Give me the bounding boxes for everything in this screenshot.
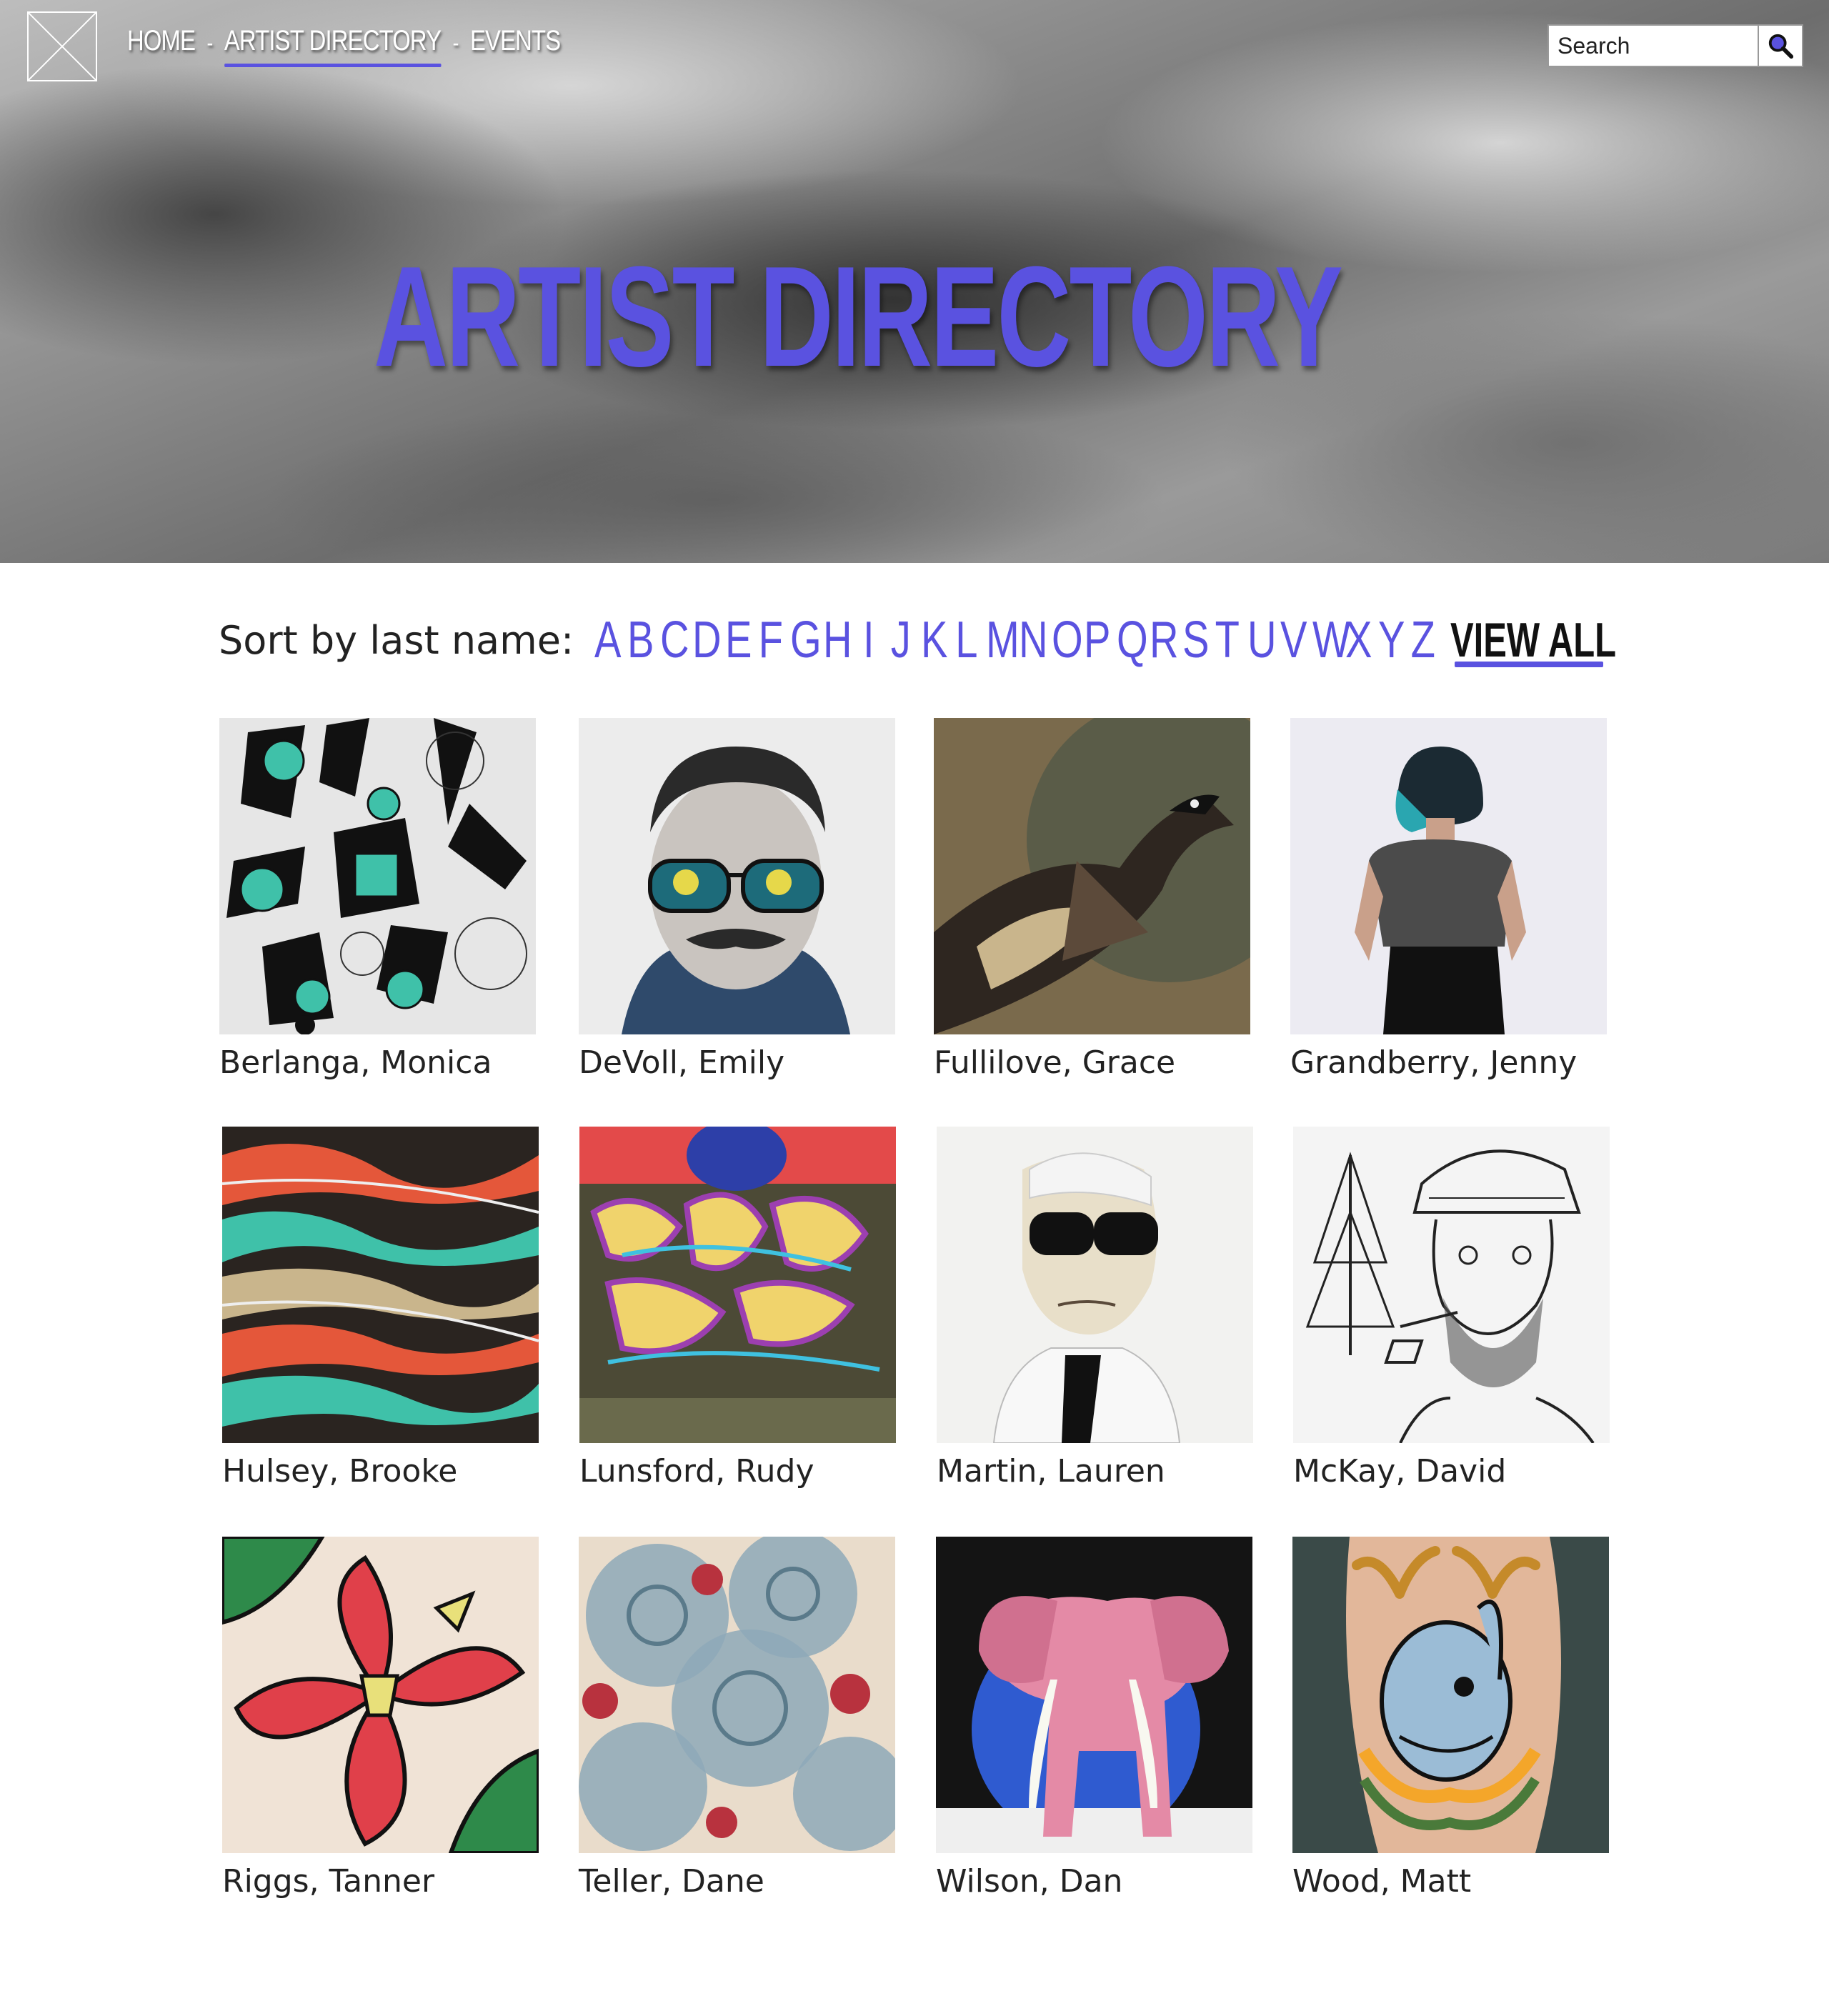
artist-card[interactable]: Grandberry, Jenny — [1290, 718, 1607, 1081]
artist-card[interactable]: Hulsey, Brooke — [222, 1127, 539, 1489]
letter-filter-i[interactable]: I — [856, 611, 882, 669]
letter-filter-u[interactable]: U — [1247, 611, 1277, 669]
letter-filter-c[interactable]: C — [660, 611, 689, 669]
artist-name[interactable]: Fullilove, Grace — [934, 1044, 1250, 1081]
artist-card[interactable]: Riggs, Tanner — [222, 1537, 539, 1900]
letter-filter-m[interactable]: M — [986, 611, 1020, 669]
nav-home[interactable]: HOME — [127, 25, 196, 61]
search-button[interactable] — [1758, 26, 1802, 66]
artist-card[interactable]: Lunsford, Rudy — [579, 1127, 896, 1489]
artist-card[interactable]: McKay, David — [1293, 1127, 1610, 1489]
sort-bar: Sort by last name: ABCDEFGHIJKLMNOPQRSTU… — [219, 604, 1616, 676]
artist-thumbnail[interactable] — [1292, 1537, 1609, 1853]
letter-filter-z[interactable]: Z — [1410, 611, 1436, 669]
artist-name[interactable]: Grandberry, Jenny — [1290, 1044, 1607, 1081]
letter-filter-b[interactable]: B — [627, 611, 654, 669]
letter-filter-p[interactable]: P — [1084, 611, 1110, 669]
main-nav: HOME - ARTIST DIRECTORY - EVENTS — [127, 21, 561, 67]
artist-card[interactable]: Martin, Lauren — [937, 1127, 1253, 1489]
artist-name[interactable]: DeVoll, Emily — [579, 1044, 895, 1081]
artist-name[interactable]: Teller, Dane — [579, 1863, 895, 1900]
search-input[interactable] — [1549, 26, 1758, 66]
artist-thumbnail[interactable] — [222, 1537, 539, 1853]
artist-thumbnail[interactable] — [1293, 1127, 1610, 1443]
nav-separator: - — [452, 29, 459, 56]
nav-events[interactable]: EVENTS — [470, 25, 561, 61]
artist-thumbnail[interactable] — [937, 1127, 1253, 1443]
letter-filter-g[interactable]: G — [790, 611, 822, 669]
artist-thumbnail[interactable] — [579, 1127, 896, 1443]
letter-filter-v[interactable]: V — [1280, 611, 1307, 669]
letter-filter-y[interactable]: Y — [1378, 611, 1405, 669]
hero-banner: HOME - ARTIST DIRECTORY - EVENTS ARTIST … — [0, 0, 1829, 563]
artist-name[interactable]: Lunsford, Rudy — [579, 1453, 896, 1489]
artist-card[interactable]: Fullilove, Grace — [934, 718, 1250, 1081]
artist-thumbnail[interactable] — [936, 1537, 1252, 1853]
letter-filter-d[interactable]: D — [692, 611, 722, 669]
artist-thumbnail[interactable] — [579, 1537, 895, 1853]
letter-filter-j[interactable]: J — [888, 611, 914, 669]
letter-filter-w[interactable]: W — [1312, 611, 1350, 669]
logo-placeholder-icon[interactable] — [27, 11, 97, 81]
letter-filter-q[interactable]: Q — [1117, 611, 1148, 669]
page-title: ARTIST DIRECTORY — [374, 237, 1343, 396]
artist-thumbnail[interactable] — [1290, 718, 1607, 1034]
letter-filter-h[interactable]: H — [823, 611, 852, 669]
letter-filter-n[interactable]: N — [1019, 611, 1048, 669]
letter-filter-s[interactable]: S — [1182, 611, 1209, 669]
artist-card[interactable]: Teller, Dane — [579, 1537, 895, 1900]
artist-name[interactable]: Riggs, Tanner — [222, 1863, 539, 1900]
nav-artist-directory[interactable]: ARTIST DIRECTORY — [224, 25, 442, 67]
artist-thumbnail[interactable] — [222, 1127, 539, 1443]
artist-name[interactable]: Martin, Lauren — [937, 1453, 1253, 1489]
letter-filter-x[interactable]: X — [1345, 611, 1372, 669]
artist-name[interactable]: McKay, David — [1293, 1453, 1610, 1489]
search-icon — [1768, 34, 1794, 59]
alphabet-filter: ABCDEFGHIJKLMNOPQRSTUVWXYZ — [591, 611, 1440, 669]
artist-card[interactable]: Berlanga, Monica — [219, 718, 536, 1081]
artist-thumbnail[interactable] — [219, 718, 536, 1034]
artist-thumbnail[interactable] — [579, 718, 895, 1034]
artist-card[interactable]: Wood, Matt — [1292, 1537, 1609, 1900]
artist-card[interactable]: Wilson, Dan — [936, 1537, 1252, 1900]
letter-filter-o[interactable]: O — [1052, 611, 1083, 669]
letter-filter-r[interactable]: R — [1150, 611, 1179, 669]
letter-filter-a[interactable]: A — [594, 611, 621, 669]
artist-thumbnail[interactable] — [934, 718, 1250, 1034]
artist-name[interactable]: Wilson, Dan — [936, 1863, 1252, 1900]
letter-filter-t[interactable]: T — [1215, 611, 1240, 669]
sort-label: Sort by last name: — [219, 617, 574, 663]
letter-filter-k[interactable]: K — [921, 611, 947, 669]
letter-filter-l[interactable]: L — [954, 611, 980, 669]
artist-card[interactable]: DeVoll, Emily — [579, 718, 895, 1081]
artist-name[interactable]: Hulsey, Brooke — [222, 1453, 539, 1489]
search-box — [1548, 24, 1803, 67]
artist-name[interactable]: Berlanga, Monica — [219, 1044, 536, 1081]
artist-name[interactable]: Wood, Matt — [1292, 1863, 1609, 1900]
nav-separator: - — [206, 29, 214, 56]
letter-filter-e[interactable]: E — [725, 611, 752, 669]
letter-filter-f[interactable]: F — [758, 611, 784, 669]
view-all-underline — [1455, 662, 1603, 667]
